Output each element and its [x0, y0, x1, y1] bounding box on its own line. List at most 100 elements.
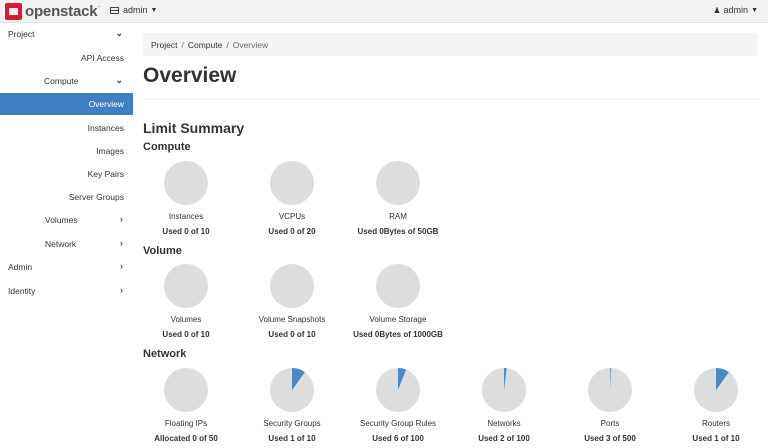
pie-svg: [270, 264, 314, 308]
pie-label: Volume Storage: [369, 315, 427, 324]
pie-remaining-slice: [270, 264, 314, 308]
pie-chart-vcpus: VCPUs Used 0 of 20: [237, 160, 347, 236]
pie-usage: Used 0Bytes of 1000GB: [353, 330, 443, 339]
user-name: admin: [723, 5, 749, 15]
pie-svg: [164, 368, 208, 412]
chevron-down-icon: ⌄: [115, 28, 123, 38]
sidebar-item-server-groups[interactable]: Server Groups: [0, 186, 133, 208]
pie-svg: [164, 161, 208, 205]
sidebar-item-volumes[interactable]: Volumes ›: [0, 209, 133, 231]
sidebar-item-label: Admin: [8, 262, 33, 272]
sidebar-item-api-access[interactable]: API Access: [0, 47, 133, 69]
sidebar-item-label: Server Groups: [68, 192, 124, 202]
pie-chart-security-groups: Security Groups Used 1 of 10: [237, 367, 347, 443]
pie-svg: [376, 161, 420, 205]
pie-usage: Used 1 of 10: [692, 434, 740, 443]
breadcrumb-compute[interactable]: Compute: [188, 40, 223, 50]
pie-label: Volumes: [170, 315, 202, 324]
breadcrumb-overview: Overview: [232, 39, 269, 50]
sidebar-item-instances[interactable]: Instances: [0, 117, 133, 139]
breadcrumb-separator: /: [181, 39, 184, 50]
pie-chart-ports: Ports Used 3 of 500: [555, 367, 665, 443]
pie-svg: [270, 368, 314, 412]
sidebar-item-label: Compute: [44, 76, 79, 86]
pie-chart-volumes: Volumes Used 0 of 10: [131, 263, 241, 339]
sidebar-item-label: Volumes: [45, 215, 78, 225]
caret-down-icon: ▼: [150, 6, 158, 14]
pie-label: Volume Snapshots: [258, 315, 326, 324]
pie-usage: Used 6 of 100: [372, 434, 424, 443]
pie-label: Floating IPs: [164, 419, 208, 428]
project-selector[interactable]: admin ▼: [110, 5, 157, 15]
logo-text: openstack.: [25, 2, 100, 20]
pie-remaining-slice: [376, 161, 420, 205]
openstack-logo[interactable]: openstack.: [5, 2, 100, 20]
sidebar-item-images[interactable]: Images: [0, 140, 133, 162]
pie-label: RAM: [389, 212, 407, 221]
sidebar-item-key-pairs[interactable]: Key Pairs: [0, 163, 133, 185]
pie-svg: [694, 368, 738, 412]
section-title-compute: Compute: [143, 141, 191, 153]
pie-usage: Allocated 0 of 50: [154, 434, 218, 443]
pie-usage: Used 0 of 10: [162, 227, 210, 236]
divider: [143, 99, 757, 100]
pie-svg: [376, 368, 420, 412]
section-title-volume: Volume: [143, 245, 182, 257]
pie-chart-routers: Routers Used 1 of 10: [661, 367, 768, 443]
sidebar-item-label: API Access: [81, 53, 124, 63]
pie-usage: Used 2 of 100: [478, 434, 530, 443]
pie-chart-volume-snapshots: Volume Snapshots Used 0 of 10: [237, 263, 347, 339]
pie-usage: Used 0 of 20: [268, 227, 316, 236]
pie-remaining-slice: [164, 161, 208, 205]
chevron-right-icon: ›: [120, 261, 123, 271]
pie-chart-networks: Networks Used 2 of 100: [449, 367, 559, 443]
pie-label: Ports: [600, 419, 620, 428]
sidebar-item-label: Instances: [87, 123, 124, 133]
limit-summary-heading: Limit Summary: [143, 120, 245, 136]
sidebar-item-identity[interactable]: Identity ›: [0, 280, 133, 302]
pie-chart-security-group-rules: Security Group Rules Used 6 of 100: [343, 367, 453, 443]
pie-label: VCPUs: [278, 212, 306, 221]
breadcrumb-project[interactable]: Project: [151, 40, 177, 50]
pie-remaining-slice: [164, 264, 208, 308]
pie-label: Routers: [701, 419, 730, 428]
sidebar-item-label: Key Pairs: [87, 169, 124, 179]
pie-svg: [164, 264, 208, 308]
project-name: admin: [123, 5, 148, 15]
pie-label: Security Groups: [263, 419, 321, 428]
caret-down-icon: ▼: [751, 6, 758, 14]
pie-chart-volume-storage: Volume Storage Used 0Bytes of 1000GB: [343, 263, 453, 339]
pie-usage: Used 3 of 500: [584, 434, 636, 443]
sidebar-item-admin[interactable]: Admin ›: [0, 256, 133, 278]
openstack-logo-icon: [5, 2, 22, 20]
page-title: Overview: [143, 64, 237, 87]
top-navbar: openstack. admin ▼ ♟ admin ▼: [0, 0, 768, 23]
sidebar-item-label: Overview: [88, 99, 124, 109]
user-icon: ♟: [713, 5, 721, 15]
user-menu[interactable]: ♟ admin ▼: [713, 5, 758, 15]
pie-chart-ram: RAM Used 0Bytes of 50GB: [343, 160, 453, 236]
pie-label: Instances: [168, 212, 204, 221]
pie-usage: Used 0 of 10: [268, 330, 316, 339]
chevron-right-icon: ›: [120, 214, 123, 224]
pie-svg: [588, 368, 632, 412]
chevron-right-icon: ›: [120, 285, 123, 295]
pie-chart-floating-ips: Floating IPs Allocated 0 of 50: [131, 367, 241, 443]
sidebar-item-network[interactable]: Network ›: [0, 233, 133, 255]
pie-svg: [270, 161, 314, 205]
pie-chart-instances: Instances Used 0 of 10: [131, 160, 241, 236]
pie-label: Security Group Rules: [359, 419, 437, 428]
sidebar-item-overview[interactable]: Overview: [0, 93, 133, 115]
section-title-network: Network: [143, 348, 187, 360]
sidebar-item-compute[interactable]: Compute ⌄: [0, 70, 133, 92]
project-icon: [110, 6, 119, 14]
pie-remaining-slice: [270, 161, 314, 205]
sidebar: Project ⌄ API Access Compute ⌄ Overview …: [0, 23, 133, 448]
pie-usage: Used 0 of 10: [162, 330, 210, 339]
pie-usage: Used 1 of 10: [268, 434, 316, 443]
sidebar-item-project[interactable]: Project ⌄: [0, 23, 133, 45]
chevron-right-icon: ›: [120, 238, 123, 248]
pie-label: Networks: [487, 419, 521, 428]
pie-remaining-slice: [164, 368, 208, 412]
breadcrumb: Project / Compute / Overview: [143, 33, 757, 56]
